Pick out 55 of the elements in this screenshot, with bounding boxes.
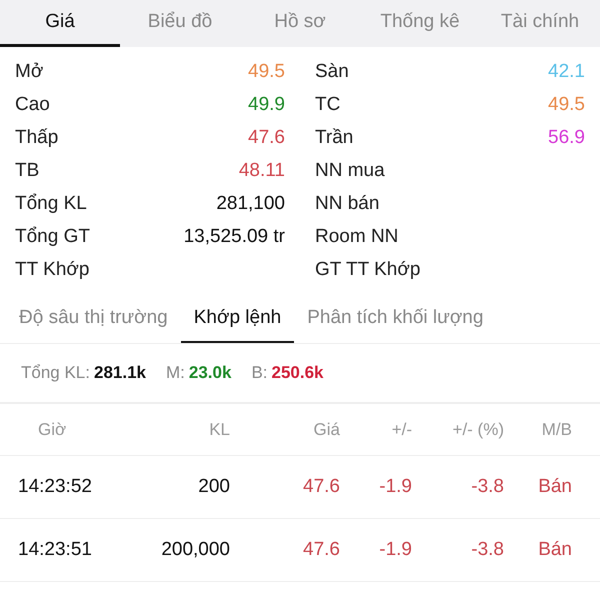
table-cell-text: 47.6 xyxy=(302,474,340,499)
stat-value: 48.11 xyxy=(238,159,285,184)
summary-value: 23.0k xyxy=(188,362,232,384)
tab[interactable]: Thống kê xyxy=(360,0,480,47)
stat-value: 42.1 xyxy=(548,60,585,84)
stat-label: Mở xyxy=(15,60,44,84)
table-cell-text: Bán xyxy=(537,538,573,562)
column-header: +/- xyxy=(390,418,412,441)
sub-tab[interactable]: Độ sâu thị trường xyxy=(6,295,181,343)
summary-value: 250.6k xyxy=(272,362,324,384)
stat-value: 281,100 xyxy=(216,192,285,216)
tab[interactable]: Giá xyxy=(0,0,120,47)
table-cell-text: 200,000 xyxy=(160,538,230,562)
stat-label: Trần xyxy=(315,126,354,150)
table-cell-text: 14:23:52 xyxy=(17,474,93,499)
stat-value: 49.5 xyxy=(548,93,585,118)
stat-label: NN mua xyxy=(315,159,385,184)
table-cell-text: Bán xyxy=(537,474,573,499)
tab[interactable]: Hồ sơ xyxy=(240,0,360,47)
stat-label: Tổng KL xyxy=(15,192,87,216)
stat-value: 13,525.09 tr xyxy=(184,225,285,250)
summary-label: Tổng KL: xyxy=(21,362,90,384)
tab[interactable]: Biểu đồ xyxy=(120,0,240,47)
stat-value: 47.6 xyxy=(248,126,285,150)
summary-value: 281.1k xyxy=(94,362,146,384)
stat-value: 56.9 xyxy=(548,126,585,150)
stat-label: Thấp xyxy=(15,126,58,150)
summary-label: M: xyxy=(166,362,185,384)
table-cell-text: -1.9 xyxy=(378,538,412,562)
table-cell-text: 14:23:51 xyxy=(17,538,93,562)
sub-tab[interactable]: Phân tích khối lượng xyxy=(294,295,496,343)
stat-label: TT Khớp xyxy=(15,258,90,282)
table-cell-text: -3.8 xyxy=(470,474,504,499)
table-cell-text: 200 xyxy=(197,474,230,499)
table-cell-text: -1.9 xyxy=(378,474,412,499)
stat-label: Room NN xyxy=(315,225,398,250)
column-header: Giá xyxy=(312,418,340,441)
column-header: Giờ xyxy=(37,418,68,441)
stat-label: TC xyxy=(315,93,340,118)
tab[interactable]: Tài chính xyxy=(480,0,600,47)
stat-label: GT TT Khớp xyxy=(315,258,420,282)
stat-label: TB xyxy=(15,159,40,184)
table-cell-text: 47.6 xyxy=(302,538,340,562)
summary-label: B: xyxy=(251,362,268,384)
stat-label: Tổng GT xyxy=(15,225,90,250)
stat-label: NN bán xyxy=(315,192,380,216)
stat-value: 49.5 xyxy=(248,60,285,84)
column-header: KL xyxy=(208,418,230,441)
sub-tab[interactable]: Khớp lệnh xyxy=(180,295,294,343)
column-header: M/B xyxy=(540,418,573,441)
stat-label: Sàn xyxy=(315,60,349,84)
stat-label: Cao xyxy=(15,93,50,118)
column-header: +/- (%) xyxy=(452,418,504,441)
stat-value: 49.9 xyxy=(248,93,285,118)
table-cell-text: -3.8 xyxy=(470,538,504,562)
